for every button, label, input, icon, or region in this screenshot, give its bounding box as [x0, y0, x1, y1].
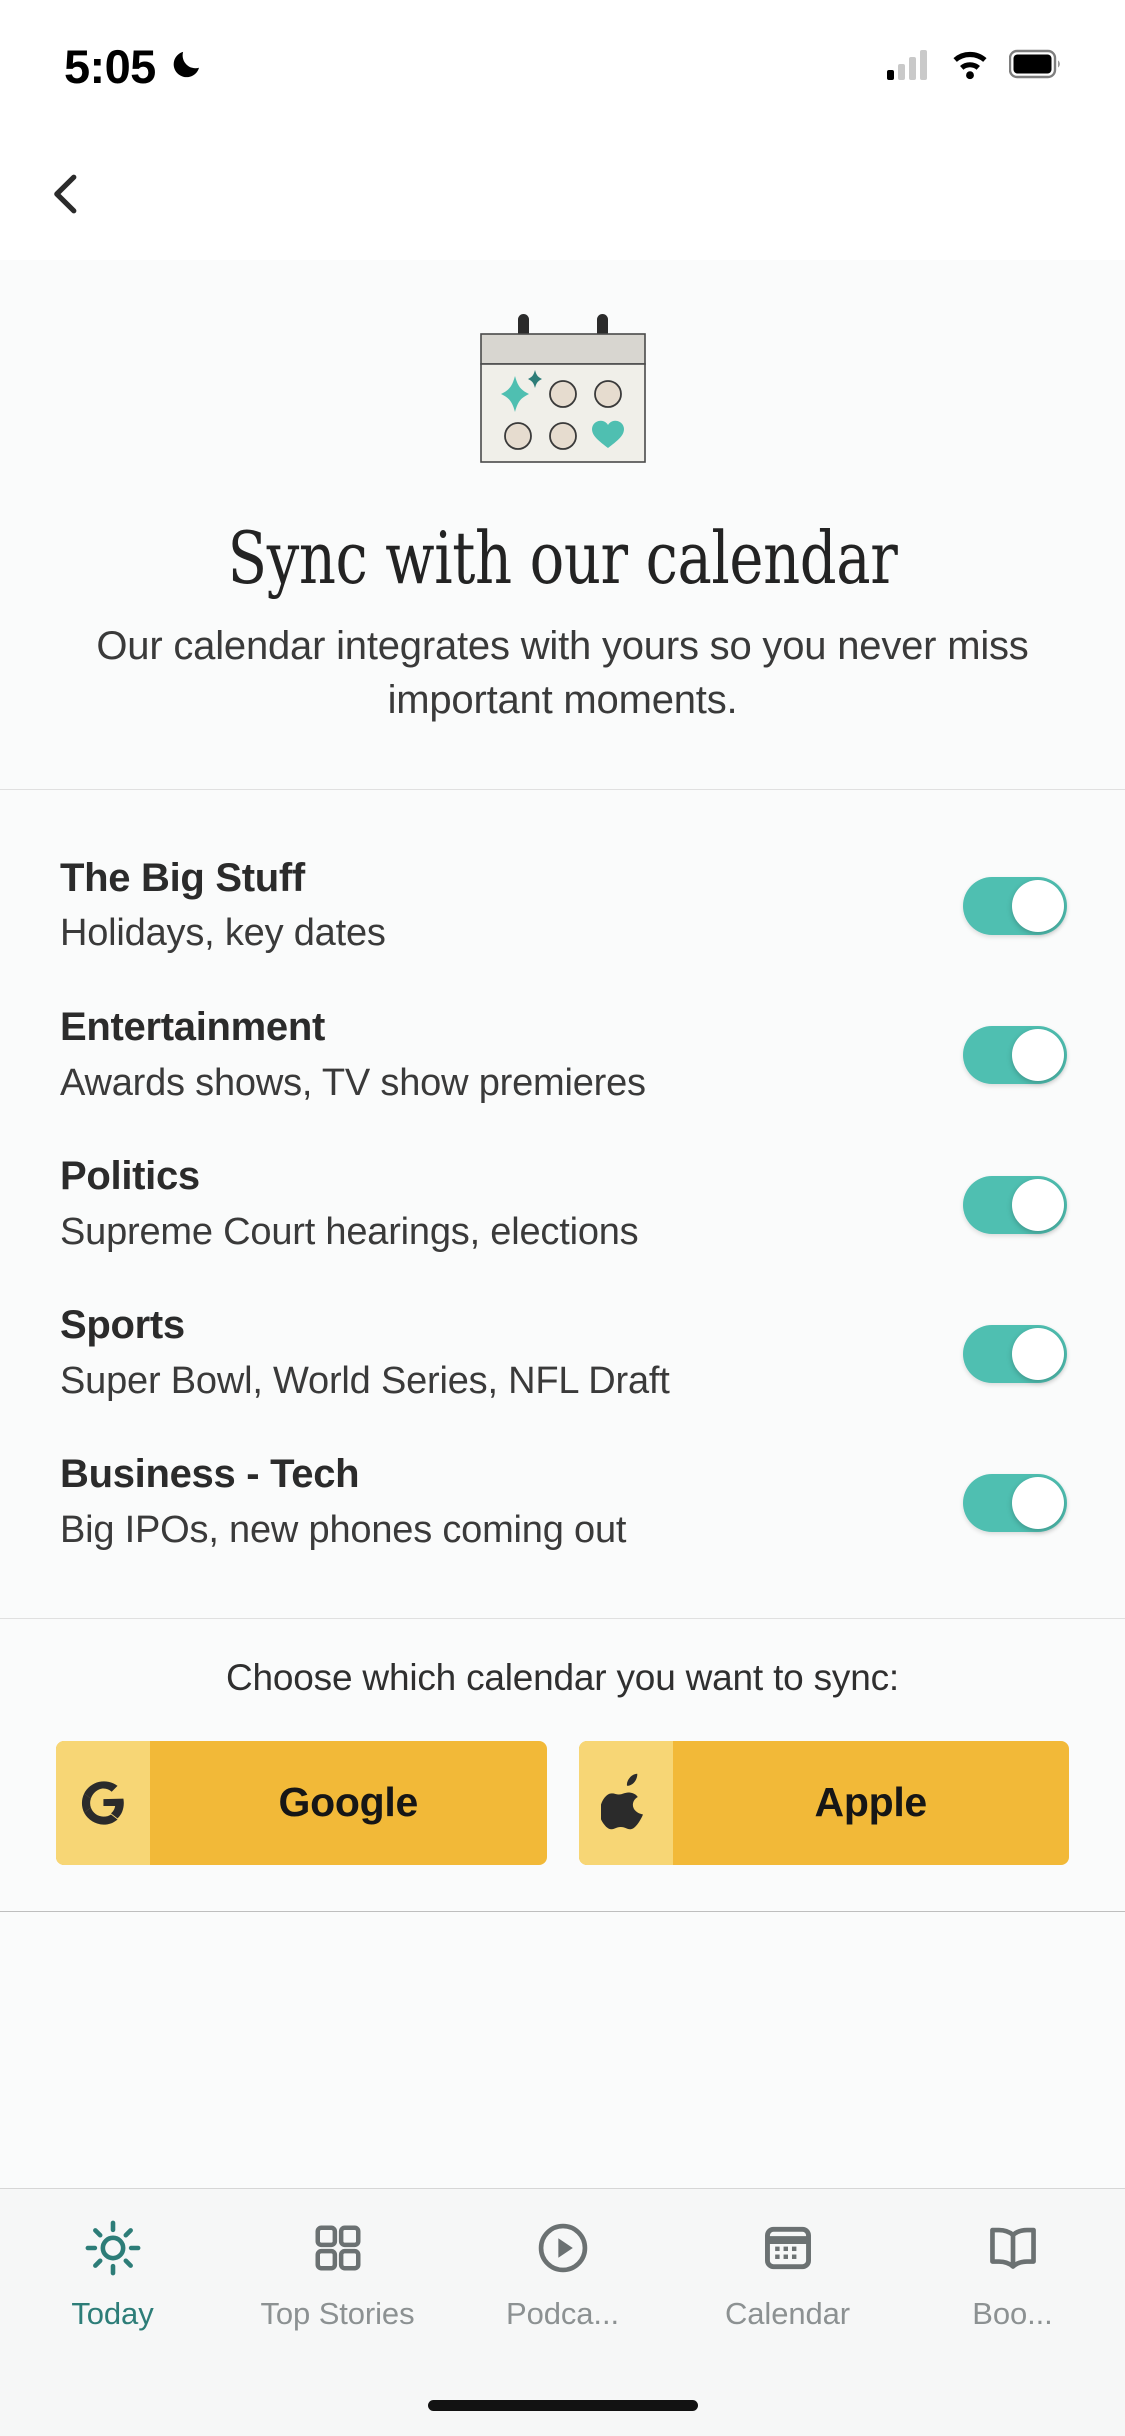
home-indicator-area: [0, 2374, 1125, 2436]
battery-full-icon: [1008, 49, 1063, 84]
toggle-politics[interactable]: [963, 1175, 1067, 1234]
crescent-moon-icon: [169, 46, 205, 87]
category-title: Sports: [60, 1303, 185, 1348]
play-circle-icon: [535, 2217, 591, 2279]
content-spacer: [0, 1911, 1125, 2188]
apple-sync-button[interactable]: Apple: [578, 1740, 1069, 1865]
tab-label: Boo...: [972, 2296, 1053, 2331]
row-text: The Big Stuff Holidays, key dates: [60, 854, 941, 959]
row-text: Entertainment Awards shows, TV show prem…: [60, 1003, 941, 1108]
tab-books[interactable]: Boo...: [900, 2217, 1125, 2332]
nav-bar: [0, 132, 1125, 260]
toggle-knob: [1012, 1029, 1064, 1082]
page-subtitle: Our calendar integrates with yours so yo…: [96, 624, 1029, 722]
toggle-knob: [1012, 1327, 1064, 1380]
grid-icon: [311, 2217, 365, 2279]
tab-today[interactable]: Today: [0, 2217, 225, 2332]
toggle-entertainment[interactable]: [963, 1026, 1067, 1085]
toggle-knob: [1012, 1477, 1064, 1530]
home-indicator[interactable]: [427, 2399, 698, 2411]
category-title: The Big Stuff: [60, 855, 305, 900]
toggle-business-tech[interactable]: [963, 1474, 1067, 1533]
google-sync-button[interactable]: Google: [56, 1740, 547, 1865]
bottom-tab-bar: Today Top Stories Podca... Calendar Boo.…: [0, 2188, 1125, 2374]
toggle-sports[interactable]: [963, 1324, 1067, 1383]
book-icon: [985, 2217, 1041, 2279]
status-bar-left: 5:05: [64, 43, 205, 90]
toggle-the-big-stuff[interactable]: [963, 877, 1067, 936]
category-list: The Big Stuff Holidays, key dates Entert…: [0, 789, 1125, 1619]
row-text: Business - Tech Big IPOs, new phones com…: [60, 1450, 941, 1555]
toggle-knob: [1012, 880, 1064, 933]
category-row-the-big-stuff[interactable]: The Big Stuff Holidays, key dates: [0, 832, 1125, 981]
category-subtitle: Big IPOs, new phones coming out: [60, 1509, 627, 1552]
hero-section: Sync with our calendar Our calendar inte…: [0, 260, 1125, 790]
apple-label: Apple: [814, 1779, 928, 1826]
google-label: Google: [278, 1779, 419, 1826]
category-row-entertainment[interactable]: Entertainment Awards shows, TV show prem…: [0, 981, 1125, 1130]
status-bar: 5:05: [0, 0, 1125, 132]
sync-section: Choose which calendar you want to sync: …: [0, 1618, 1125, 1912]
google-g-icon: [56, 1740, 150, 1865]
category-subtitle: Super Bowl, World Series, NFL Draft: [60, 1360, 670, 1403]
row-text: Sports Super Bowl, World Series, NFL Dra…: [60, 1301, 941, 1406]
calendar-illustration: [60, 314, 1065, 474]
category-subtitle: Supreme Court hearings, elections: [60, 1210, 639, 1253]
app-screen: 5:05 Sync with our calendar Our calendar…: [0, 0, 1125, 2436]
category-row-business-tech[interactable]: Business - Tech Big IPOs, new phones com…: [0, 1428, 1125, 1577]
tab-label: Calendar: [724, 2296, 850, 2331]
category-row-politics[interactable]: Politics Supreme Court hearings, electio…: [0, 1130, 1125, 1279]
wifi-icon: [948, 48, 992, 85]
toggle-knob: [1012, 1178, 1064, 1231]
category-subtitle: Holidays, key dates: [60, 912, 386, 955]
category-title: Entertainment: [60, 1004, 326, 1049]
apple-logo-icon: [578, 1740, 673, 1865]
category-title: Politics: [60, 1154, 200, 1199]
tab-top-stories[interactable]: Top Stories: [225, 2217, 450, 2332]
tab-label: Podca...: [506, 2296, 619, 2331]
chevron-left-icon: [43, 170, 91, 223]
sun-icon: [84, 2217, 142, 2279]
clock: 5:05: [64, 39, 156, 93]
provider-buttons: Google Apple: [56, 1740, 1069, 1865]
category-subtitle: Awards shows, TV show premieres: [60, 1061, 646, 1104]
category-row-sports[interactable]: Sports Super Bowl, World Series, NFL Dra…: [0, 1279, 1125, 1428]
tab-podcasts[interactable]: Podca...: [450, 2217, 675, 2332]
status-bar-right: [887, 48, 1063, 85]
tab-label: Top Stories: [260, 2296, 415, 2331]
calendar-icon: [760, 2217, 816, 2279]
tab-calendar[interactable]: Calendar: [675, 2217, 900, 2332]
cellular-signal-icon: [887, 48, 931, 85]
category-title: Business - Tech: [60, 1452, 360, 1497]
back-button[interactable]: [24, 153, 110, 239]
sync-instruction: Choose which calendar you want to sync:: [226, 1656, 899, 1698]
tab-label: Today: [71, 2296, 154, 2331]
page-title: Sync with our calendar: [227, 516, 898, 600]
row-text: Politics Supreme Court hearings, electio…: [60, 1152, 941, 1257]
